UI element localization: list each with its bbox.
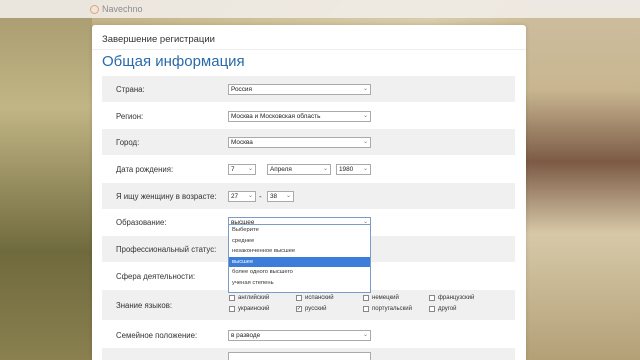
education-label: Образование: — [116, 217, 167, 227]
chevron-down-icon: ⌄ — [285, 192, 291, 199]
chevron-down-icon: ⌄ — [362, 165, 368, 172]
age-to-value: 38 — [270, 192, 278, 200]
dropdown-option[interactable]: Выберите — [229, 225, 370, 236]
checkbox[interactable] — [429, 306, 435, 312]
languages-row: Знание языков: английский испанский неме… — [102, 290, 515, 320]
age-to-select[interactable]: 38 ⌄ — [267, 190, 294, 202]
checkbox[interactable] — [429, 295, 435, 301]
chevron-down-icon: ⌄ — [362, 331, 368, 338]
top-bar: Navechno — [0, 0, 640, 18]
language-name: немецкий — [372, 295, 399, 301]
checkmark-icon: ✓ — [296, 305, 302, 312]
country-select[interactable]: Россия ⌄ — [228, 83, 371, 95]
language-name: украинский — [238, 306, 270, 312]
birth-month-value: Апреля — [270, 165, 292, 173]
registration-panel: Завершение регистрации Общая информация … — [92, 25, 526, 360]
logo-text: Navechno — [102, 4, 143, 14]
birth-year-select[interactable]: 1980 ⌄ — [336, 163, 371, 175]
next-select-partial[interactable] — [228, 352, 371, 360]
marital-status-label: Семейное положение: — [116, 330, 198, 340]
next-row-partial — [102, 348, 515, 360]
education-dropdown-list: Выберите среднее незаконченное высшее вы… — [228, 224, 371, 293]
chevron-down-icon: ⌄ — [247, 165, 253, 172]
age-range-separator: - — [259, 191, 262, 201]
professional-status-label: Профессиональный статус: — [116, 244, 217, 254]
language-name: французский — [438, 295, 475, 301]
marital-status-row: Семейное положение: в разводе ⌄ — [102, 322, 515, 348]
city-label: Город: — [116, 137, 140, 147]
language-name: английский — [238, 295, 270, 301]
chevron-down-icon: ⌄ — [247, 192, 253, 199]
checkbox[interactable] — [363, 295, 369, 301]
dropdown-option[interactable]: незаконченное высшее — [229, 246, 370, 257]
language-name: русский — [305, 306, 327, 312]
birth-month-select[interactable]: Апреля ⌄ — [267, 163, 331, 175]
section-title: Общая информация — [102, 53, 245, 70]
city-row: Город: Москва ⌄ — [102, 129, 515, 155]
marital-status-select[interactable]: в разводе ⌄ — [228, 329, 371, 341]
region-row: Регион: Москва и Московская область ⌄ — [102, 103, 515, 129]
birthdate-row: Дата рождения: 7 ⌄ Апреля ⌄ 1980 ⌄ — [102, 156, 515, 182]
region-select[interactable]: Москва и Московская область ⌄ — [228, 110, 371, 122]
language-option[interactable]: украинский — [229, 306, 269, 312]
marital-status-value: в разводе — [231, 331, 261, 339]
checkbox[interactable] — [363, 306, 369, 312]
seeking-age-label: Я ищу женщину в возрасте: — [116, 191, 217, 201]
chevron-down-icon: ⌄ — [362, 112, 368, 119]
checkbox[interactable] — [229, 306, 235, 312]
country-value: Россия — [231, 85, 252, 93]
dropdown-option[interactable]: среднее — [229, 236, 370, 247]
birth-day-value: 7 — [231, 165, 235, 173]
language-option[interactable]: немецкий — [363, 295, 399, 301]
city-value: Москва — [231, 138, 253, 146]
background-left — [0, 0, 92, 360]
language-option[interactable]: французский — [429, 295, 474, 301]
language-option[interactable]: испанский — [296, 295, 334, 301]
language-name: другой — [438, 306, 457, 312]
dropdown-option[interactable]: более одного высшего — [229, 267, 370, 278]
seeking-age-row: Я ищу женщину в возрасте: 27 ⌄ - 38 ⌄ — [102, 183, 515, 209]
checkbox-checked[interactable]: ✓ — [296, 306, 302, 312]
country-label: Страна: — [116, 84, 145, 94]
language-option[interactable]: португальский — [363, 306, 412, 312]
languages-label: Знание языков: — [116, 300, 173, 310]
background-right — [526, 0, 640, 360]
birthdate-label: Дата рождения: — [116, 164, 174, 174]
registration-title: Завершение регистрации — [102, 34, 215, 45]
language-option[interactable]: ✓ русский — [296, 306, 327, 312]
age-from-value: 27 — [231, 192, 239, 200]
title-divider — [92, 49, 526, 50]
dropdown-option-selected[interactable]: высшее — [229, 256, 370, 268]
country-row: Страна: Россия ⌄ — [102, 76, 515, 102]
dropdown-option[interactable]: ученая степень — [229, 278, 370, 289]
field-of-activity-label: Сфера деятельности: — [116, 271, 196, 281]
checkbox[interactable] — [296, 295, 302, 301]
city-select[interactable]: Москва ⌄ — [228, 136, 371, 148]
birth-day-select[interactable]: 7 ⌄ — [228, 163, 256, 175]
logo-icon — [90, 4, 99, 14]
chevron-down-icon: ⌄ — [362, 138, 368, 145]
language-option[interactable]: английский — [229, 295, 269, 301]
region-label: Регион: — [116, 111, 144, 121]
site-logo[interactable]: Navechno — [90, 3, 143, 15]
checkbox[interactable] — [229, 295, 235, 301]
chevron-down-icon: ⌄ — [362, 85, 368, 92]
language-option[interactable]: другой — [429, 306, 457, 312]
age-from-select[interactable]: 27 ⌄ — [228, 190, 256, 202]
language-name: португальский — [372, 306, 412, 312]
chevron-down-icon: ⌄ — [322, 165, 328, 172]
region-value: Москва и Московская область — [231, 112, 321, 120]
birth-year-value: 1980 — [339, 165, 354, 173]
language-name: испанский — [305, 295, 334, 301]
